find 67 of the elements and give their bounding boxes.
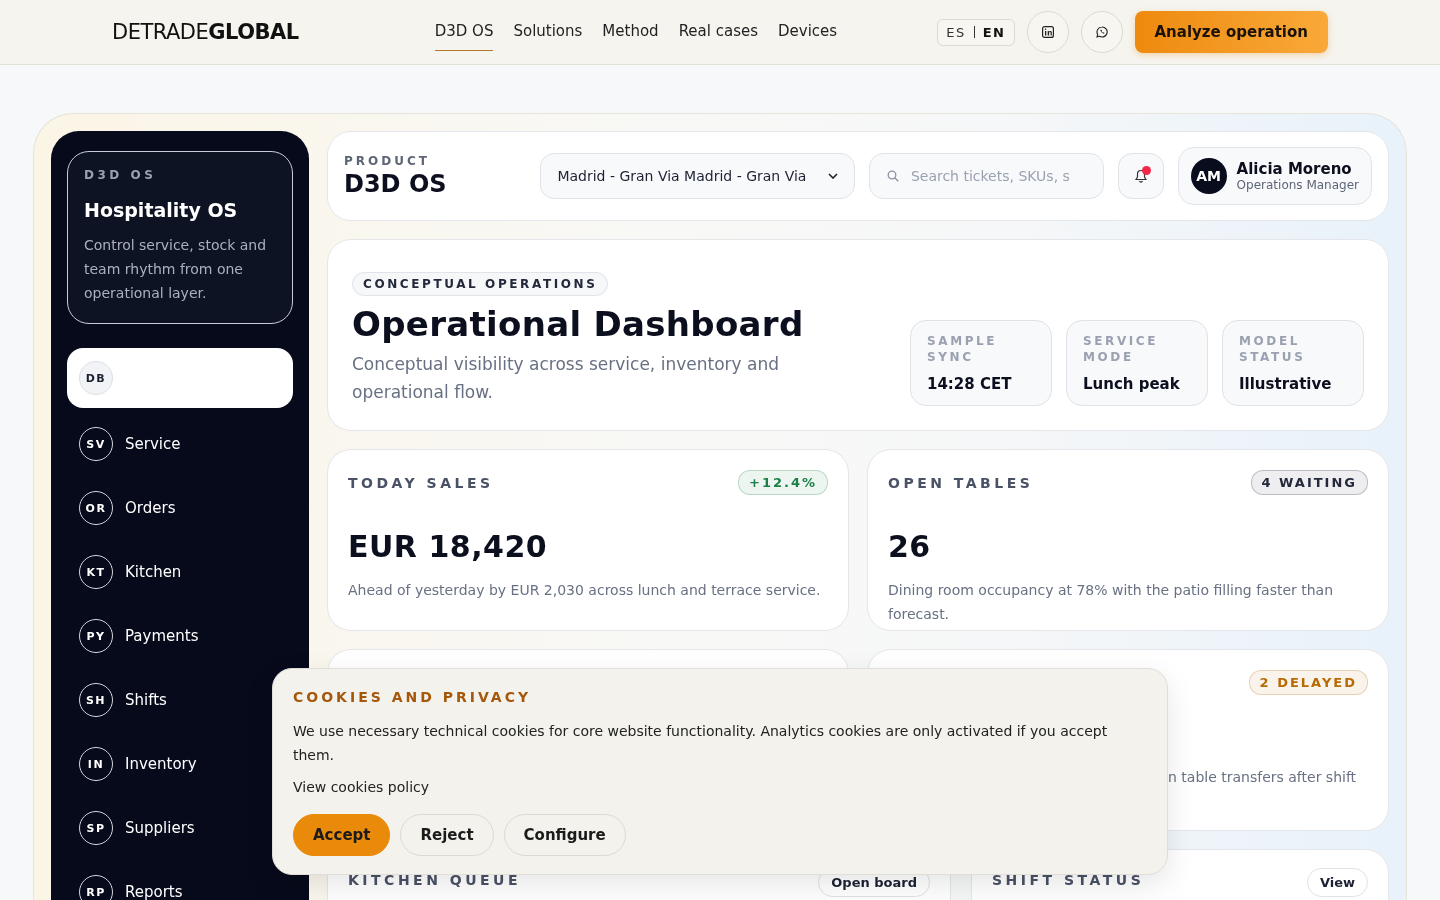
location-select[interactable]: Madrid - Gran Via Madrid - Gran Via	[540, 153, 855, 199]
metric-value: 26	[888, 529, 932, 564]
panel-action-button[interactable]: View	[1306, 868, 1368, 897]
sidebar-item-label: Inventory	[125, 755, 197, 773]
sidebar-item[interactable]: OR Orders	[67, 484, 293, 532]
sidebar-item-label: Service	[125, 435, 181, 453]
user-menu[interactable]: AM Alicia Moreno Operations Manager	[1177, 147, 1372, 205]
page-title: Operational Dashboard	[352, 304, 805, 344]
sidebar-item[interactable]: KT Kitchen	[67, 548, 293, 596]
product-eyebrow: PRODUCT	[344, 154, 431, 168]
metric-label: OPEN TABLES	[888, 474, 1034, 491]
analyze-operation-button[interactable]: Analyze operation	[1134, 11, 1328, 53]
metric-value: EUR 18,420	[348, 529, 549, 564]
product-title: Hospitality OS	[84, 199, 239, 221]
banner-title: COOKIES AND PRIVACY	[293, 689, 533, 705]
sidebar-item-label: Reports	[125, 883, 183, 900]
sidebar-item-label: Payments	[125, 627, 199, 645]
item-code-badge: DB	[79, 361, 113, 395]
sidebar-item[interactable]: SH Shifts	[67, 676, 293, 724]
nav-link[interactable]: Devices	[778, 13, 838, 51]
fact-value: Lunch peak	[1083, 375, 1181, 393]
nav-link[interactable]: D3D OS	[434, 13, 494, 51]
panel-title: KITCHEN QUEUE	[348, 872, 522, 888]
language-option[interactable]: ES	[946, 24, 966, 40]
trend-badge: 4 WAITING	[1250, 470, 1368, 495]
product-description: Control service, stock and team rhythm from one operational layer.	[84, 236, 268, 303]
sidebar-item-label: Orders	[125, 499, 176, 517]
sidebar-item[interactable]: SV Service	[67, 420, 293, 468]
metric-note: Dining room occupancy at 78% with the patio filling faster than forecast.	[888, 581, 1335, 624]
status-badge: 2 DELAYED	[1248, 670, 1368, 695]
fact-label: MODEL STATUS	[1239, 333, 1307, 365]
search-field[interactable]: Search tickets, SKUs, s	[868, 153, 1104, 199]
user-role: Operations Manager	[1236, 178, 1359, 192]
fact-value: 14:28 CET	[927, 375, 1013, 393]
language-option[interactable]: EN	[982, 24, 1006, 40]
section-badge: CONCEPTUAL OPERATIONS	[352, 272, 609, 296]
sidebar-item-label: Suppliers	[125, 819, 195, 837]
product-name: D3D OS	[344, 170, 448, 198]
cookie-button[interactable]: Reject	[400, 814, 494, 856]
card-text: n table transfers after shift	[1167, 768, 1358, 787]
nav-link[interactable]: Solutions	[513, 13, 583, 51]
sidebar-item[interactable]: RP Reports	[67, 868, 293, 900]
fact-label: SAMPLE SYNC	[927, 333, 999, 365]
avatar: AM	[1190, 158, 1227, 194]
sidebar-item[interactable]: DB	[67, 348, 293, 408]
cookie-button[interactable]: Configure	[503, 814, 626, 856]
cookies-policy-link[interactable]: View cookies policy	[293, 779, 430, 795]
language-switch[interactable]: ES EN	[937, 18, 1015, 46]
panel-title: SHIFT STATUS	[992, 872, 1145, 888]
nav-link[interactable]: Real cases	[678, 13, 759, 51]
fact-value: Illustrative	[1239, 375, 1333, 393]
metric-label: TODAY SALES	[348, 474, 494, 491]
page-subtitle: Conceptual visibility across service, inventory and operational flow.	[352, 353, 780, 404]
banner-text: We use necessary technical cookies for core website functionality. Analytics cookies are only activated if you accept them.	[293, 722, 1109, 765]
logo[interactable]: DETRADEGLOBAL	[112, 20, 299, 44]
product-eyebrow: D3D OS	[84, 168, 158, 182]
trend-badge: +12.4%	[738, 470, 828, 495]
fact-label: SERVICE MODE	[1083, 333, 1160, 365]
user-name: Alicia Moreno	[1236, 160, 1353, 178]
sidebar-item[interactable]: IN Inventory	[67, 740, 293, 788]
nav-link[interactable]: Method	[602, 13, 659, 51]
sidebar-item-label: Kitchen	[125, 563, 182, 581]
sidebar-item[interactable]: PY Payments	[67, 612, 293, 660]
sidebar-item[interactable]: SP Suppliers	[67, 804, 293, 852]
metric-note: Ahead of yesterday by EUR 2,030 across lunch and terrace service.	[348, 581, 822, 600]
sidebar-item-label: Shifts	[125, 691, 167, 709]
cookie-button[interactable]: Accept	[293, 814, 391, 856]
